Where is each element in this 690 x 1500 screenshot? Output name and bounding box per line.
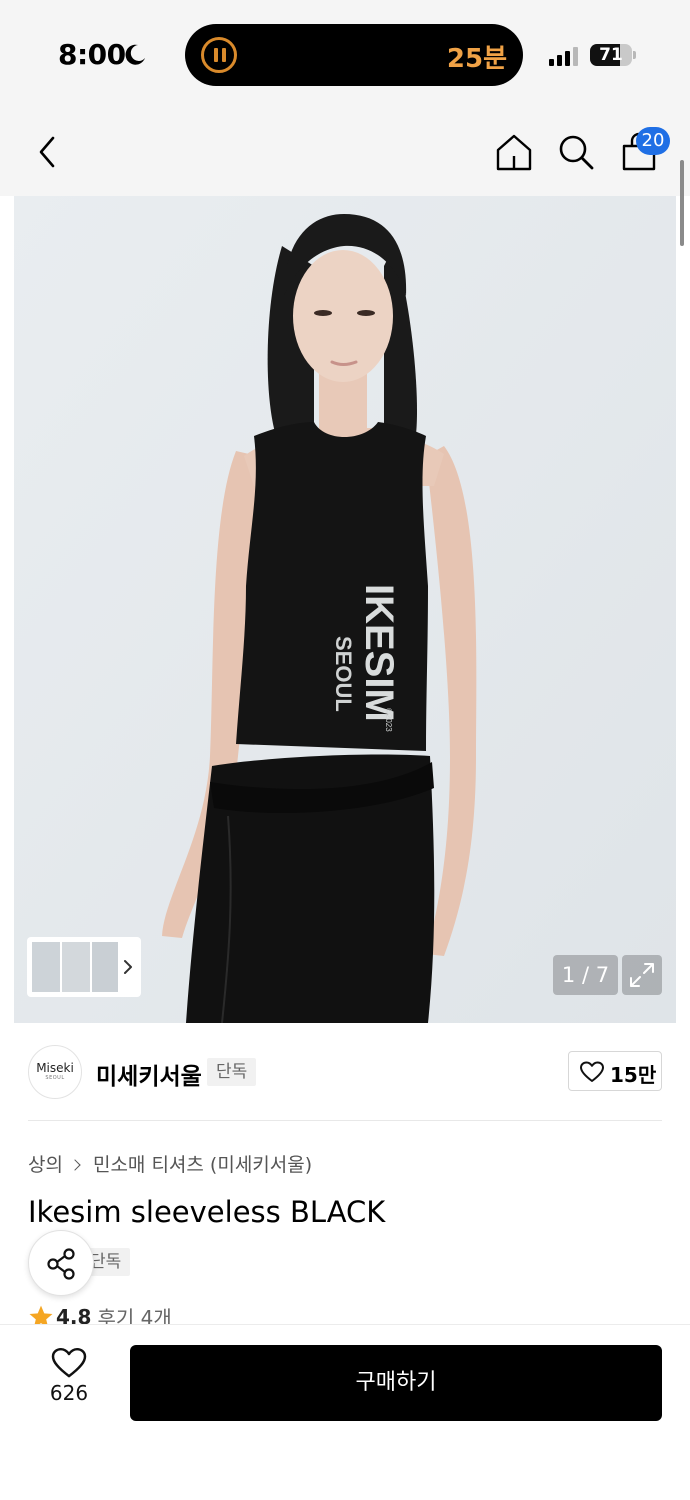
chevron-right-icon bbox=[69, 1159, 81, 1171]
home-icon[interactable] bbox=[494, 132, 534, 172]
buy-button[interactable]: 구매하기 bbox=[130, 1345, 662, 1421]
share-icon bbox=[47, 1248, 75, 1280]
back-arrow-icon[interactable] bbox=[28, 132, 68, 172]
bottom-action-bar: 626 구매하기 bbox=[0, 1325, 690, 1500]
divider bbox=[28, 1120, 662, 1121]
chevron-right-icon[interactable] bbox=[121, 955, 135, 979]
brand-like-button[interactable]: 15만 bbox=[568, 1051, 662, 1091]
status-bar: 8:00 25분 71 bbox=[0, 0, 690, 108]
cart-count-badge: 20 bbox=[636, 127, 670, 155]
cellular-signal-icon bbox=[549, 46, 581, 66]
brand-like-count: 15만 bbox=[610, 1063, 657, 1087]
product-image[interactable]: IKESIM SEOUL ©2023 bbox=[14, 196, 676, 1023]
live-activity-timer: 25분 bbox=[446, 44, 507, 74]
wishlist-button[interactable]: 626 bbox=[38, 1347, 100, 1417]
thumbnail-strip[interactable] bbox=[27, 937, 141, 997]
status-time: 8:00 bbox=[58, 38, 126, 71]
moon-icon bbox=[125, 44, 145, 65]
product-title: Ikesim sleeveless BLACK bbox=[28, 1195, 386, 1229]
top-nav bbox=[0, 108, 690, 196]
heart-icon bbox=[580, 1061, 604, 1082]
share-button[interactable] bbox=[28, 1230, 94, 1296]
brand-name-link[interactable]: 미세키서울 bbox=[96, 1057, 202, 1091]
brand-logo-text: Miseki bbox=[36, 1061, 74, 1075]
battery-nub bbox=[633, 51, 636, 59]
product-photo-illustration: IKESIM SEOUL ©2023 bbox=[14, 196, 676, 1023]
breadcrumb-category[interactable]: 상의 bbox=[28, 1154, 63, 1176]
expand-icon[interactable] bbox=[622, 955, 662, 995]
breadcrumb-subcategory[interactable]: 민소매 티셔츠 (미세키서울) bbox=[93, 1154, 312, 1176]
exclusive-badge: 단독 bbox=[207, 1058, 257, 1086]
dynamic-island[interactable]: 25분 bbox=[185, 24, 523, 86]
pause-icon[interactable] bbox=[201, 37, 237, 73]
heart-icon bbox=[51, 1347, 87, 1378]
battery-level: 71 bbox=[599, 45, 623, 65]
shirt-print-sub: SEOUL bbox=[331, 636, 356, 712]
image-page-counter: 1 / 7 bbox=[553, 955, 618, 995]
thumbnail[interactable] bbox=[92, 942, 118, 992]
search-icon[interactable] bbox=[556, 132, 596, 172]
thumbnail[interactable] bbox=[62, 942, 90, 992]
shirt-print-main: IKESIM bbox=[357, 584, 401, 722]
brand-logo-subtext: SEOUL bbox=[45, 1075, 65, 1081]
scrollbar[interactable] bbox=[680, 160, 684, 246]
shirt-print-year: ©2023 bbox=[384, 708, 393, 732]
brand-logo[interactable]: Miseki SEOUL bbox=[28, 1045, 82, 1099]
wishlist-count: 626 bbox=[49, 1381, 89, 1405]
thumbnail[interactable] bbox=[32, 942, 60, 992]
battery-icon: 71 bbox=[590, 44, 632, 66]
breadcrumb: 상의 민소매 티셔츠 (미세키서울) bbox=[28, 1150, 312, 1177]
